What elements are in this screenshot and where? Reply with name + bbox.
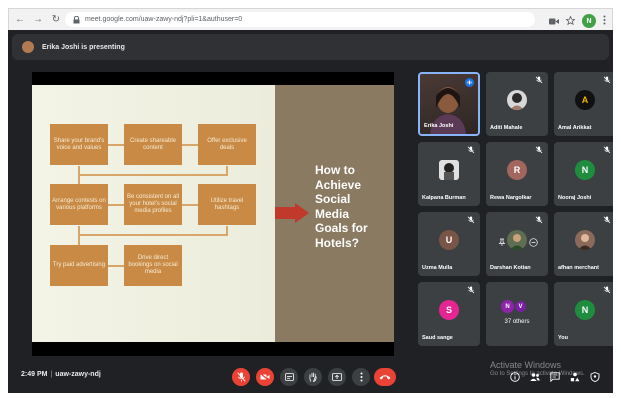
mic-toggle-button[interactable] — [232, 368, 250, 386]
participant-tile[interactable]: N Nooraj Joshi — [554, 142, 613, 206]
forward-icon[interactable]: → — [31, 13, 45, 27]
mic-off-icon — [535, 76, 543, 84]
participant-name: Uzma Mulla — [422, 265, 453, 271]
mic-off-icon — [467, 216, 475, 224]
meeting-code: uaw-zawy-ndj — [55, 371, 101, 378]
participant-name: Rewa Nargolkar — [490, 195, 532, 201]
participant-avatar: N — [575, 300, 595, 320]
others-count: 37 others — [504, 319, 530, 325]
flow-box: Offer exclusive deals — [198, 124, 256, 165]
info-icon[interactable] — [510, 372, 520, 382]
flow-box: Drive direct bookings on social media — [124, 245, 182, 286]
mic-off-icon — [467, 286, 475, 294]
mic-off-icon — [535, 146, 543, 154]
participant-tile[interactable]: Erika Joshi — [418, 72, 480, 136]
flow-box: Try paid advertising — [50, 245, 108, 286]
participant-avatar — [507, 230, 527, 250]
participant-tile[interactable]: afhan merchant — [554, 212, 613, 276]
participant-name: Aditi Mahale — [490, 125, 523, 131]
kebab-menu-icon[interactable] — [603, 12, 606, 30]
bookmark-star-icon[interactable] — [565, 12, 576, 30]
reload-icon[interactable]: ↻ — [49, 13, 63, 27]
address-bar[interactable]: meet.google.com/uaw-zawy-ndj?pli=1&authu… — [65, 12, 535, 27]
participant-avatar: R — [507, 160, 527, 180]
participant-name: afhan merchant — [558, 265, 599, 271]
flow-box: Create shareable content — [124, 124, 182, 165]
participant-name: Amal Arikkat — [558, 125, 592, 131]
participant-name: Nooraj Joshi — [558, 195, 592, 201]
participant-tile[interactable]: Kalpana Burman — [418, 142, 480, 206]
slide-title: How to Achieve Social Media Goals for Ho… — [315, 163, 368, 250]
speaking-indicator-icon — [465, 78, 474, 87]
host-controls-icon[interactable] — [590, 372, 600, 382]
participant-avatar: N — [501, 300, 514, 313]
participant-tile[interactable]: Darshan Kotian — [486, 212, 548, 276]
watermark-title: Activate Windows — [490, 360, 562, 370]
flow-box: Share your brand's voice and values — [50, 124, 108, 165]
clock-time: 2:49 PM — [21, 371, 48, 378]
participant-avatar — [507, 90, 527, 110]
presenter-avatar — [22, 41, 34, 53]
mic-off-icon — [603, 286, 611, 294]
others-tile[interactable]: N V 37 others — [486, 282, 548, 346]
activities-icon[interactable] — [570, 372, 580, 382]
lock-icon — [71, 15, 81, 25]
participant-tile[interactable]: U Uzma Mulla — [418, 212, 480, 276]
participant-tile[interactable]: Aditi Mahale — [486, 72, 548, 136]
end-call-button[interactable] — [374, 368, 396, 386]
participant-tile[interactable]: A Amal Arikkat — [554, 72, 613, 136]
participant-avatar: N — [575, 160, 595, 180]
participant-name: Darshan Kotian — [490, 265, 531, 271]
flow-box: Arrange contests on various platforms — [50, 184, 108, 225]
participant-name: You — [558, 335, 568, 341]
shared-screen: Share your brand's voice and values Crea… — [32, 72, 394, 356]
people-icon[interactable] — [530, 372, 540, 382]
participant-avatar: U — [439, 230, 459, 250]
mic-off-icon — [467, 146, 475, 154]
participant-avatar — [575, 230, 595, 250]
participant-avatar: A — [575, 90, 595, 110]
more-options-button[interactable] — [352, 368, 370, 386]
pin-icon[interactable] — [498, 238, 506, 246]
participant-name: Kalpana Burman — [422, 195, 466, 201]
camera-indicator-icon[interactable] — [549, 12, 559, 30]
profile-avatar[interactable]: N — [582, 14, 596, 28]
participant-avatar: S — [439, 300, 459, 320]
more-options-icon[interactable] — [529, 238, 538, 247]
presenting-banner: Erika Joshi is presenting — [12, 34, 609, 60]
raise-hand-button[interactable] — [304, 368, 322, 386]
mic-off-icon — [603, 76, 611, 84]
camera-toggle-button[interactable] — [256, 368, 274, 386]
flow-box: Utilize travel hashtags — [198, 184, 256, 225]
self-tile[interactable]: N You — [554, 282, 613, 346]
mic-off-icon — [535, 216, 543, 224]
mic-off-icon — [603, 146, 611, 154]
participant-tile[interactable]: S Saud sange — [418, 282, 480, 346]
chat-icon[interactable] — [550, 372, 560, 382]
participant-tile[interactable]: R Rewa Nargolkar — [486, 142, 548, 206]
participant-avatar: V — [514, 300, 527, 313]
captions-button[interactable] — [280, 368, 298, 386]
arrow-right-icon — [275, 203, 309, 223]
control-bar: 2:49 PM | uaw-zawy-ndj Activate Windows Go… — [8, 360, 613, 393]
slide: Share your brand's voice and values Crea… — [32, 85, 394, 342]
url-text: meet.google.com/uaw-zawy-ndj?pli=1&authu… — [85, 16, 243, 23]
flow-box: Be consistent on all your hotel's social… — [124, 184, 182, 225]
participant-name: Erika Joshi — [424, 123, 454, 129]
meet-window: Erika Joshi is presenting Share your bra… — [8, 30, 613, 393]
presenting-text: Erika Joshi is presenting — [42, 43, 125, 51]
meeting-info: 2:49 PM | uaw-zawy-ndj — [21, 371, 101, 378]
participant-name: Saud sange — [422, 335, 453, 341]
mic-off-icon — [603, 216, 611, 224]
participant-avatar — [439, 160, 459, 180]
back-icon[interactable]: ← — [13, 13, 27, 27]
browser-toolbar: ← → ↻ meet.google.com/uaw-zawy-ndj?pli=1… — [8, 8, 613, 30]
present-now-button[interactable] — [328, 368, 346, 386]
